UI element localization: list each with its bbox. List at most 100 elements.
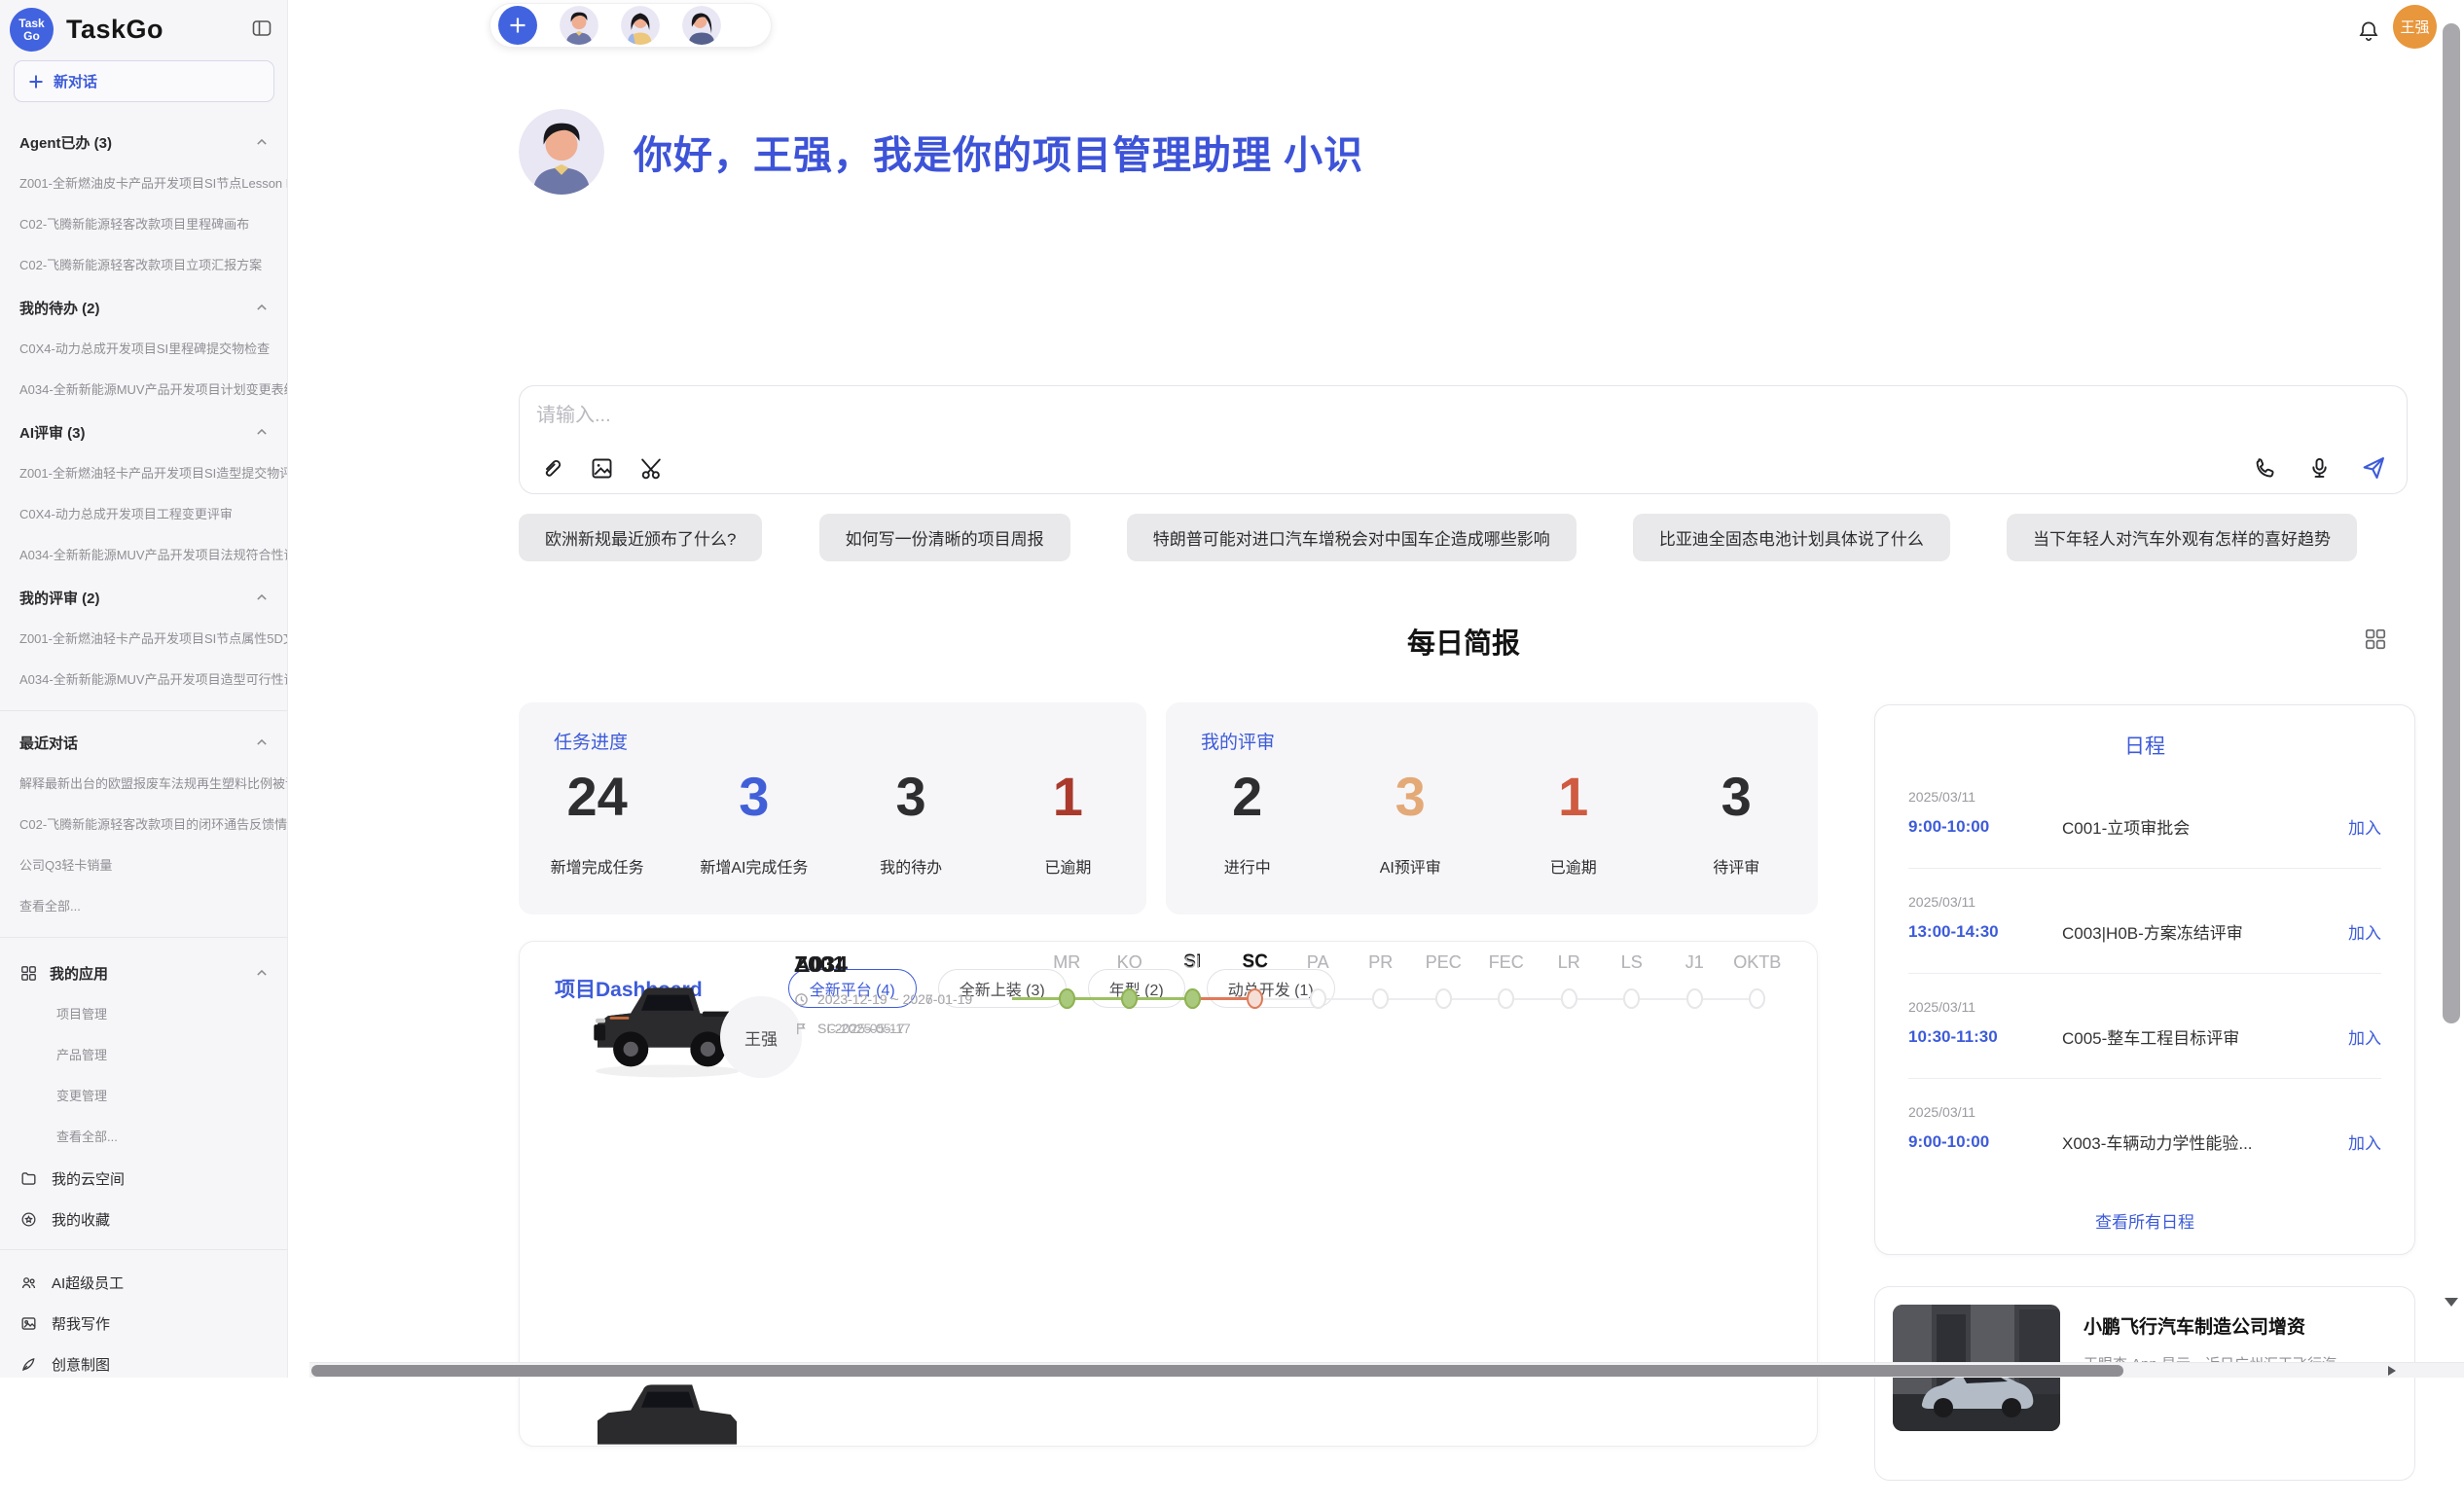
- suggestion-chip[interactable]: 当下年轻人对汽车外观有怎样的喜好趋势: [2007, 514, 2357, 561]
- milestone-node[interactable]: [1435, 988, 1452, 1009]
- milestone-node[interactable]: [1372, 988, 1389, 1009]
- folder-icon: [19, 1169, 38, 1188]
- schedule-item: 2025/03/11 13:00-14:30 C003|H0B-方案冻结评审 加…: [1908, 869, 2381, 974]
- sidebar-recent-item[interactable]: C02-飞腾新能源轻客改款项目的闭环通告反馈情况: [0, 805, 287, 845]
- milestone-node[interactable]: [1310, 988, 1326, 1009]
- sidebar-section-header[interactable]: AI评审 (3): [0, 411, 287, 453]
- agent-avatar[interactable]: [621, 6, 660, 45]
- pen-icon: [19, 1355, 38, 1374]
- milestone-node[interactable]: [1059, 988, 1075, 1009]
- user-avatar[interactable]: 王强: [2393, 5, 2437, 49]
- agent-quick-bar: [489, 3, 772, 48]
- sidebar-recent-item[interactable]: 解释最新出台的欧盟报废车法规再生塑料比例被调至15%...: [0, 764, 287, 805]
- sidebar-task-item[interactable]: Z001-全新燃油轻卡产品开发项目SI节点属性5D文件评审: [0, 619, 287, 660]
- horizontal-scrollbar-thumb[interactable]: [311, 1365, 2123, 1377]
- divider: [0, 1249, 287, 1250]
- scroll-right-arrow-icon[interactable]: [2388, 1366, 2396, 1376]
- sidebar-app-item[interactable]: 产品管理: [0, 1035, 287, 1076]
- sidebar-task-item[interactable]: C02-飞腾新能源轻客改款项目里程碑画布: [0, 204, 287, 245]
- milestone-node[interactable]: [1749, 988, 1765, 1009]
- chevron-up-icon: [252, 733, 272, 752]
- milestone-node[interactable]: [1184, 988, 1201, 1009]
- news-card[interactable]: 小鹏飞行汽车制造公司增资 天眼查 App 显示，近日广州汇天飞行汽...: [1874, 1286, 2415, 1481]
- project-owner: 王强: [744, 1025, 778, 1050]
- sidebar-app-item[interactable]: 项目管理: [0, 994, 287, 1035]
- sidebar-app-item[interactable]: 查看全部...: [0, 1117, 287, 1158]
- sidebar-section-header[interactable]: 我的应用: [0, 951, 287, 994]
- sidebar-item-cloud-space[interactable]: 我的云空间: [0, 1158, 287, 1199]
- user-name: 王强: [2400, 17, 2429, 37]
- composer-left-icons: [535, 452, 668, 484]
- sidebar-recent-item[interactable]: 查看全部...: [0, 886, 287, 927]
- sidebar-section-title: 最近对话: [19, 733, 78, 753]
- milestone-node[interactable]: [1623, 988, 1640, 1009]
- sidebar-section-title: Agent已办 (3): [19, 132, 112, 153]
- milestone-node[interactable]: [1686, 988, 1703, 1009]
- schedule-date: 2025/03/11: [1908, 1104, 2381, 1120]
- sidebar-task-item[interactable]: C0X4-动力总成开发项目SI里程碑提交物检查: [0, 329, 287, 370]
- phone-icon[interactable]: [2249, 452, 2280, 484]
- view-all-schedule-link[interactable]: 查看所有日程: [1875, 1208, 2414, 1233]
- milestone-label: MR: [1053, 948, 1080, 977]
- milestone-label: SI: [1184, 948, 1201, 977]
- sidebar-task-item[interactable]: A034-全新新能源MUV产品开发项目法规符合性评审: [0, 535, 287, 576]
- schedule-time: 9:00-10:00: [1908, 1132, 2062, 1152]
- new-chat-button[interactable]: 新对话: [14, 60, 274, 102]
- sidebar-section-header[interactable]: 我的待办 (2): [0, 286, 287, 329]
- add-agent-button[interactable]: [498, 6, 537, 45]
- flag-icon: [794, 1022, 809, 1036]
- sidebar-task-item[interactable]: A034-全新新能源MUV产品开发项目计划变更表编写: [0, 370, 287, 411]
- suggestion-chip[interactable]: 如何写一份清晰的项目周报: [819, 514, 1070, 561]
- sidebar-section-header[interactable]: 我的评审 (2): [0, 576, 287, 619]
- milestone-node[interactable]: [1498, 988, 1514, 1009]
- image-icon[interactable]: [586, 452, 617, 484]
- sidebar-task-item[interactable]: A034-全新新能源MUV产品开发项目造型可行性评审: [0, 660, 287, 700]
- vertical-scrollbar-thumb[interactable]: [2443, 23, 2460, 1023]
- horizontal-scrollbar[interactable]: [309, 1362, 2464, 1378]
- milestone-node[interactable]: [1561, 988, 1577, 1009]
- chat-input[interactable]: [536, 398, 1412, 433]
- send-icon[interactable]: [2358, 452, 2389, 484]
- sidebar-task-item[interactable]: C0X4-动力总成开发项目工程变更评审: [0, 494, 287, 535]
- project-row[interactable]: 王强 A034 2023-12-19 ~ 2026-01-19 SC-2025-…: [547, 942, 1790, 1109]
- milestone-label: LS: [1621, 948, 1643, 977]
- scissors-icon[interactable]: [636, 452, 668, 484]
- schedule-event-title: C003|H0B-方案冻结评审: [2062, 919, 2348, 944]
- sidebar-task-item[interactable]: Z001-全新燃油皮卡产品开发项目SI节点Lesson Learn报告: [0, 163, 287, 204]
- join-link[interactable]: 加入: [2348, 814, 2381, 839]
- sidebar-section-title: 我的应用: [50, 963, 108, 984]
- suggestion-chip[interactable]: 欧洲新规最近颁布了什么?: [519, 514, 762, 561]
- sidebar-item-ai-employee[interactable]: AI超级员工: [0, 1262, 287, 1303]
- sidebar-item-creative-drawing[interactable]: 创意制图: [0, 1344, 287, 1378]
- sidebar-task-item[interactable]: Z001-全新燃油轻卡产品开发项目SI造型提交物评审: [0, 453, 287, 494]
- sidebar-item-favorites[interactable]: 我的收藏: [0, 1199, 287, 1239]
- composer: [519, 385, 2408, 494]
- sidebar-section-header[interactable]: 最近对话: [0, 721, 287, 764]
- sidebar-task-item[interactable]: C02-飞腾新能源轻客改款项目立项汇报方案: [0, 245, 287, 286]
- suggestion-chip[interactable]: 比亚迪全固态电池计划具体说了什么: [1633, 514, 1950, 561]
- sidebar-section-header[interactable]: Agent已办 (3): [0, 121, 287, 163]
- sidebar-item-label: 创意制图: [52, 1354, 110, 1375]
- join-link[interactable]: 加入: [2348, 1024, 2381, 1049]
- sidebar-item-writing[interactable]: 帮我写作: [0, 1303, 287, 1344]
- sidebar-recent-item[interactable]: 公司Q3轻卡销量: [0, 845, 287, 886]
- sidebar-app-item[interactable]: 变更管理: [0, 1076, 287, 1117]
- briefing-title: 每日简报: [519, 621, 2409, 662]
- app-title: TaskGo: [66, 15, 163, 45]
- stat-row: 24 新增完成任务 3 新增AI完成任务 3 我的待办 1 已逾期: [519, 763, 1146, 878]
- agent-avatar[interactable]: [560, 6, 598, 45]
- agent-avatar[interactable]: [682, 6, 721, 45]
- join-link[interactable]: 加入: [2348, 919, 2381, 944]
- microphone-icon[interactable]: [2303, 452, 2335, 484]
- milestone-node[interactable]: [1247, 988, 1263, 1009]
- collapse-sidebar-icon[interactable]: [248, 15, 275, 42]
- milestone-node[interactable]: [1121, 988, 1138, 1009]
- notifications-bell-icon[interactable]: [2356, 18, 2383, 46]
- scroll-down-arrow-icon[interactable]: [2445, 1298, 2458, 1307]
- join-link[interactable]: 加入: [2348, 1130, 2381, 1154]
- briefing-layout-grid-icon[interactable]: [2363, 627, 2390, 654]
- sidebar-item-label: 我的云空间: [52, 1168, 125, 1189]
- attachment-icon[interactable]: [535, 452, 566, 484]
- suggestion-chip[interactable]: 特朗普可能对进口汽车增税会对中国车企造成哪些影响: [1127, 514, 1576, 561]
- schedule-time: 10:30-11:30: [1908, 1027, 2062, 1047]
